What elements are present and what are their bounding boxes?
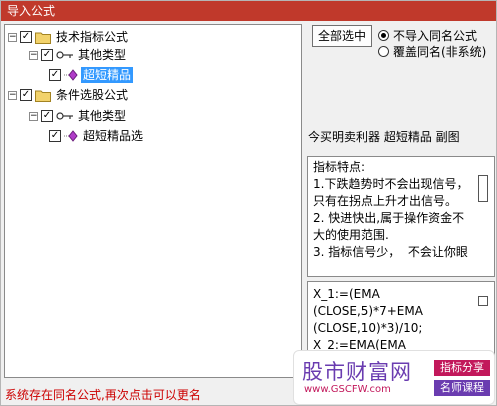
tree-label[interactable]: 超短精品选 [81,128,145,144]
formula-gem-icon [64,69,78,81]
radio-label: 不导入同名公式 [393,29,478,43]
key-icon [56,51,73,59]
checkbox-super-short-premium-screen[interactable]: ✓ [49,130,61,142]
radio-skip-same-name[interactable]: 不导入同名公式 [378,27,477,44]
description-box[interactable]: 指标特点: 1.下跌趋势时不会出现信号，只有在拐点上升才出信号。 2. 快进快出… [307,156,495,277]
watermark-logo: 股市财富网 www.GSCFW.com 指标分享 名师课程 [293,350,495,405]
tree-label: 其他类型 [78,109,127,123]
code-text: X_1:=(EMA (CLOSE,5)*7+EMA (CLOSE,10)*3)/… [313,287,423,352]
status-message: 系统存在同名公式,再次点击可以更名 [5,388,201,402]
options-panel: 全部选中 不导入同名公式 覆盖同名(非系统) 今买明卖利器 超短精品 副图 指标… [306,23,496,379]
tree-label: 技术指标公式 [56,30,129,44]
tree-node-super-short-premium[interactable]: ✓ 超短精品 [49,66,134,84]
collapse-toggle[interactable]: − [8,32,17,42]
collapse-toggle[interactable]: − [8,90,17,100]
collapse-toggle[interactable]: − [29,50,38,60]
checkbox-condition-screening[interactable]: ✓ [20,89,32,101]
radio-label: 覆盖同名(非系统) [393,45,487,59]
tree-node-technical-indicators[interactable]: − ✓ 技术指标公式 [8,28,130,46]
formula-title: 今买明卖利器 超短精品 副图 [308,130,460,144]
tree-node-condition-screening[interactable]: − ✓ 条件选股公式 [8,86,130,104]
formula-gem-icon [64,130,78,142]
tree-label: 其他类型 [78,48,127,62]
radio-button-checked[interactable] [378,30,389,41]
watermark-site-name: 股市财富网 [302,360,412,384]
import-formula-dialog: 导入公式 − ✓ 技术指标公式 − ✓ 其他类型 ✓ 超短精品 − ✓ 条件选股… [0,0,497,406]
collapse-toggle[interactable]: − [29,111,38,121]
window-title: 导入公式 [1,1,496,21]
checkbox-other-types[interactable]: ✓ [41,49,53,61]
description-text: 指标特点: 1.下跌趋势时不会出现信号，只有在拐点上升才出信号。 2. 快进快出… [313,160,469,259]
select-all-button[interactable]: 全部选中 [312,25,372,47]
checkbox-super-short-premium[interactable]: ✓ [49,69,61,81]
tree-node-other-types[interactable]: − ✓ 其他类型 [29,46,128,64]
formula-tree[interactable]: − ✓ 技术指标公式 − ✓ 其他类型 ✓ 超短精品 − ✓ 条件选股公式 − … [4,24,302,378]
checkbox-technical-indicators[interactable]: ✓ [20,31,32,43]
watermark-tag-master-course: 名师课程 [434,380,490,396]
tree-node-other-types-2[interactable]: − ✓ 其他类型 [29,107,128,125]
tree-label: 条件选股公式 [56,88,129,102]
tree-node-super-short-premium-screen[interactable]: ✓ 超短精品选 [49,127,145,145]
folder-icon [35,90,51,102]
watermark-url: www.GSCFW.com [304,384,391,395]
radio-overwrite-same-name[interactable]: 覆盖同名(非系统) [378,43,486,60]
scrollbar-thumb[interactable] [478,296,488,306]
checkbox-other-types-2[interactable]: ✓ [41,110,53,122]
radio-button[interactable] [378,46,389,57]
watermark-tag-indicator-share: 指标分享 [434,360,490,376]
scrollbar-thumb[interactable] [478,175,488,202]
key-icon [56,112,73,120]
folder-icon [35,32,51,44]
tree-label-selected[interactable]: 超短精品 [81,67,134,83]
